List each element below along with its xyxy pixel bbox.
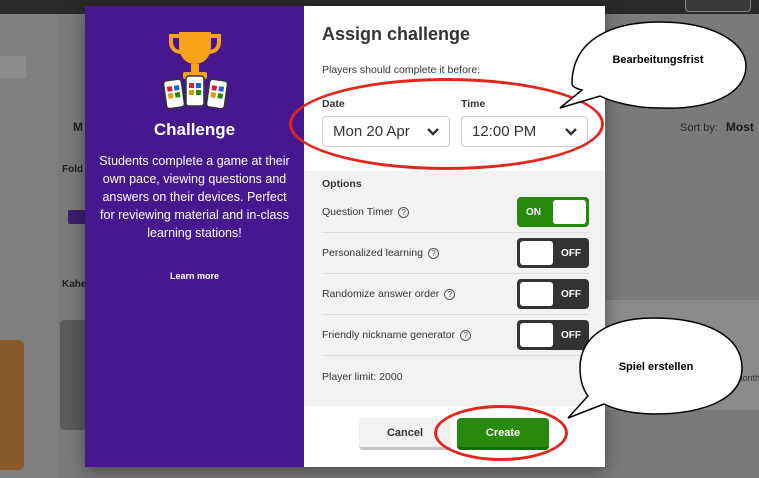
help-icon[interactable]: ? — [398, 206, 410, 218]
challenge-description: Students complete a game at their own pa… — [99, 154, 290, 240]
background-list-item — [605, 300, 759, 410]
modal-title: Assign challenge — [322, 24, 471, 44]
option-label: Question Timer — [322, 206, 394, 218]
randomize-answer-order-toggle[interactable]: OFF — [517, 279, 589, 309]
personalized-learning-toggle[interactable]: OFF — [517, 238, 589, 268]
background-kahoots-fragment: Kahe — [62, 279, 87, 290]
toggle-state: ON — [526, 206, 541, 218]
deadline-subtitle: Players should complete it before: — [322, 64, 481, 76]
background-character-card — [0, 340, 24, 470]
toggle-knob — [520, 282, 553, 306]
devices-icon — [162, 75, 229, 110]
option-label: Randomize answer order — [322, 288, 440, 300]
question-timer-toggle[interactable]: ON — [517, 197, 589, 227]
toggle-knob — [520, 241, 553, 265]
deadline-highlight-ellipse — [289, 78, 604, 170]
friendly-nickname-generator-toggle[interactable]: OFF — [517, 320, 589, 350]
option-personalized-learning: Personalized learning? OFF — [322, 233, 589, 274]
help-icon[interactable]: ? — [444, 288, 456, 300]
options-title: Options — [322, 178, 362, 190]
challenge-info-panel: Challenge Students complete a game at th… — [85, 6, 304, 467]
background-folders-fragment: Fold — [62, 164, 84, 175]
create-callout-text: Spiel erstellen — [618, 361, 694, 373]
option-label: Friendly nickname generator — [322, 329, 456, 341]
assign-form-panel: Assign challenge Players should complete… — [304, 6, 605, 467]
option-label: Personalized learning — [322, 247, 423, 259]
background-sidebar-item — [0, 56, 26, 78]
toggle-state: OFF — [561, 329, 581, 341]
sort-label: Sort by: — [680, 122, 718, 134]
toggle-knob — [520, 323, 553, 347]
background-heading-fragment: M — [73, 120, 83, 134]
sort-control[interactable]: Sort by: Most — [680, 120, 754, 134]
help-icon[interactable]: ? — [427, 247, 439, 259]
folder-icon — [68, 210, 86, 224]
option-friendly-nickname-generator: Friendly nickname generator? OFF — [322, 315, 589, 356]
background-thumbnail — [60, 320, 88, 430]
create-highlight-ellipse — [434, 405, 568, 461]
learn-more-link[interactable]: Learn more — [85, 271, 304, 281]
deadline-callout-text: Bearbeitungsfrist — [612, 54, 704, 66]
assign-challenge-modal: Challenge Students complete a game at th… — [85, 6, 605, 467]
challenge-title: Challenge — [153, 120, 236, 139]
background-month-fragment: month — [735, 373, 759, 383]
player-limit[interactable]: Player limit: 2000 — [322, 371, 403, 383]
option-question-timer: Question Timer? ON — [322, 192, 589, 233]
top-bar-button[interactable] — [685, 0, 751, 12]
help-icon[interactable]: ? — [460, 329, 472, 341]
toggle-knob — [553, 200, 586, 224]
toggle-state: OFF — [561, 288, 581, 300]
sort-value: Most — [725, 120, 754, 134]
option-randomize-answer-order: Randomize answer order? OFF — [322, 274, 589, 315]
toggle-state: OFF — [561, 247, 581, 259]
